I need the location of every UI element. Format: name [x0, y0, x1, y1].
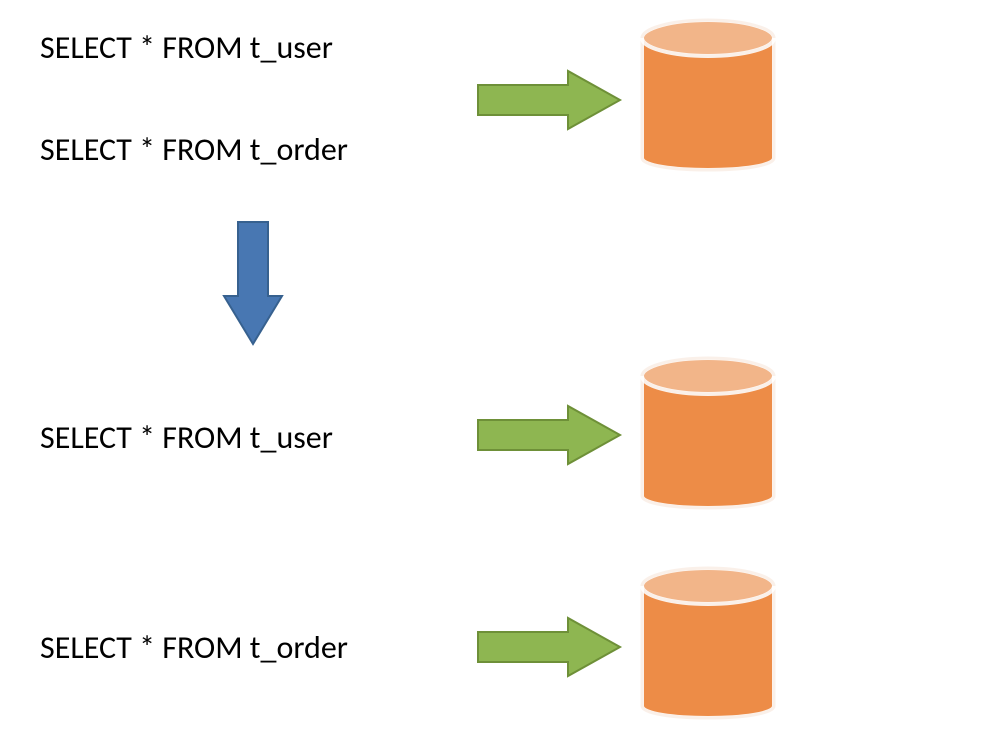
arrow-right-icon [474, 612, 624, 682]
sql-query-top-user: SELECT * FROM t_user [40, 28, 333, 67]
database-icon [636, 10, 780, 186]
sql-query-mid-user: SELECT * FROM t_user [40, 418, 333, 457]
database-icon [636, 348, 780, 524]
arrow-right-icon [474, 65, 624, 135]
arrow-down-icon [218, 218, 288, 348]
arrow-right-icon [474, 400, 624, 470]
sql-query-bot-order: SELECT * FROM t_order [40, 628, 348, 667]
database-icon [636, 558, 780, 734]
sql-query-top-order: SELECT * FROM t_order [40, 130, 348, 169]
